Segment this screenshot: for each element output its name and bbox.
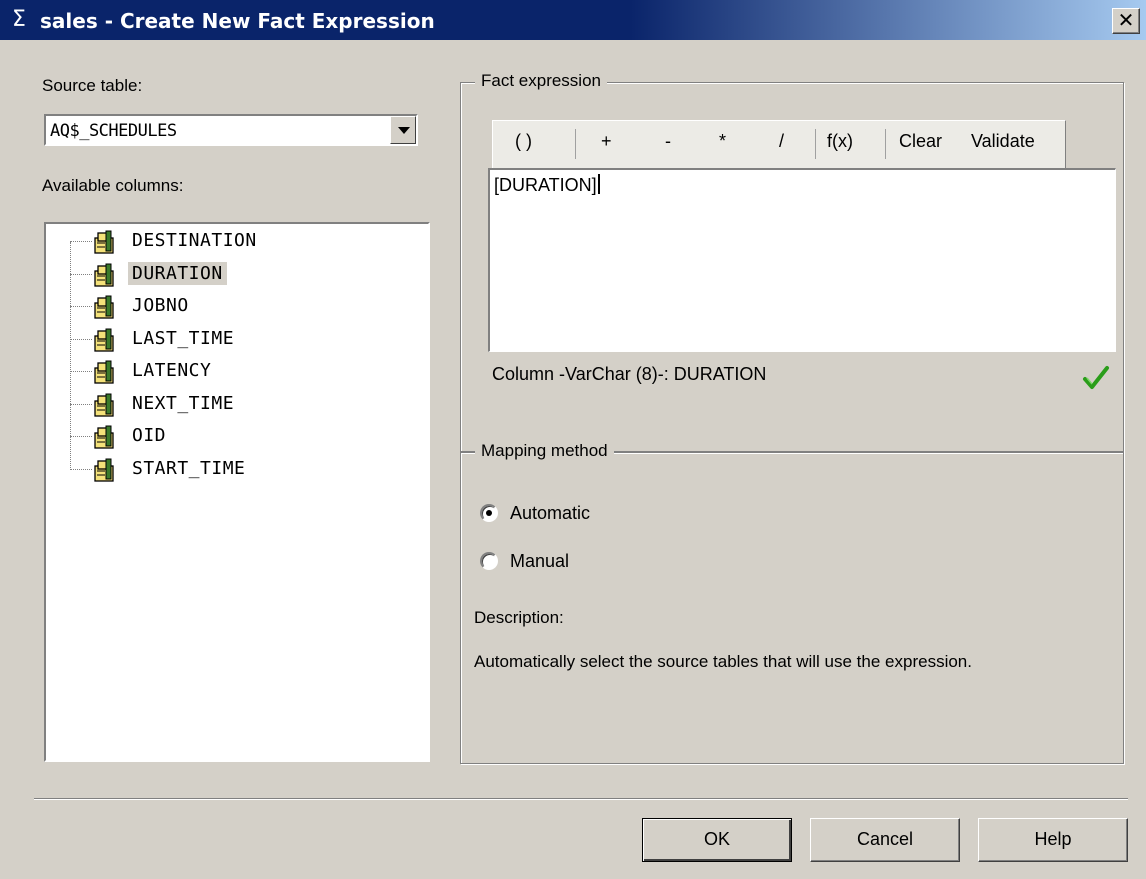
source-table-value: AQ$_SCHEDULES xyxy=(50,121,177,141)
source-table-label: Source table: xyxy=(42,76,143,95)
source-table-combo[interactable]: AQ$_SCHEDULES xyxy=(44,114,418,146)
plus-button[interactable]: + xyxy=(601,131,612,152)
expression-text: [DURATION] xyxy=(494,175,597,195)
source-table-dropdown-button[interactable] xyxy=(390,116,416,144)
column-name: START_TIME xyxy=(132,457,246,479)
column-item[interactable]: OID xyxy=(70,421,410,453)
available-columns-label: Available columns: xyxy=(42,176,184,195)
column-name: JOBNO xyxy=(132,295,189,316)
column-field-icon xyxy=(94,393,114,417)
toolbar-separator xyxy=(885,129,886,159)
cancel-button[interactable]: Cancel xyxy=(810,818,960,862)
expression-text-wrap: [DURATION] xyxy=(494,174,600,196)
ok-button[interactable]: OK xyxy=(642,818,792,862)
function-button[interactable]: f(x) xyxy=(827,131,853,152)
dialog-window: Σ sales - Create New Fact Expression ✕ S… xyxy=(0,0,1146,879)
expression-toolbar: ( ) + - * / f(x) Clear Validate xyxy=(492,120,1066,168)
column-name: DURATION xyxy=(128,261,227,285)
title-bar[interactable]: Σ sales - Create New Fact Expression ✕ xyxy=(0,0,1146,40)
column-name: OID xyxy=(132,425,167,446)
column-item[interactable]: LAST_TIME xyxy=(70,324,410,356)
automatic-label[interactable]: Automatic xyxy=(510,503,590,524)
tree-connector xyxy=(70,436,92,437)
column-item[interactable]: DESTINATION xyxy=(70,226,410,258)
column-field-icon xyxy=(94,230,114,254)
multiply-button[interactable]: * xyxy=(719,131,726,152)
toolbar-separator xyxy=(815,129,816,159)
dialog-separator xyxy=(34,798,1128,800)
parens-button[interactable]: ( ) xyxy=(515,131,532,152)
tree-connector xyxy=(70,241,92,242)
manual-label[interactable]: Manual xyxy=(510,551,569,572)
help-button[interactable]: Help xyxy=(978,818,1128,862)
radio-dot xyxy=(486,510,492,516)
available-columns-tree[interactable]: DESTINATION DURATION JOBNO LAST_TIME LATENCY… xyxy=(44,222,430,762)
chevron-down-icon xyxy=(398,127,410,134)
automatic-radio[interactable] xyxy=(480,504,498,522)
column-field-icon xyxy=(94,458,114,482)
clear-button[interactable]: Clear xyxy=(899,131,942,152)
column-field-icon xyxy=(94,360,114,384)
validate-button[interactable]: Validate xyxy=(971,131,1035,152)
description-text: Automatically select the source tables t… xyxy=(474,652,972,671)
column-name: DESTINATION xyxy=(132,230,257,251)
tree-connector xyxy=(70,403,92,405)
minus-button[interactable]: - xyxy=(665,131,671,152)
column-field-icon xyxy=(94,263,114,287)
description-label: Description: xyxy=(474,608,564,627)
column-field-icon xyxy=(94,295,114,319)
tree-connector xyxy=(70,371,92,372)
manual-radio[interactable] xyxy=(480,552,498,570)
column-item[interactable]: JOBNO xyxy=(70,291,410,323)
tree-connector xyxy=(70,468,92,470)
column-name: LAST_TIME xyxy=(132,327,235,349)
column-name: LATENCY xyxy=(132,360,212,381)
fact-expression-title: Fact expression xyxy=(475,71,607,91)
column-field-icon xyxy=(94,328,114,352)
checkmark-icon xyxy=(1083,366,1109,389)
column-name: NEXT_TIME xyxy=(132,392,235,414)
sigma-icon: Σ xyxy=(12,7,26,32)
column-item[interactable]: DURATION xyxy=(70,259,410,291)
column-item[interactable]: NEXT_TIME xyxy=(70,389,410,421)
text-caret xyxy=(597,174,600,194)
divide-button[interactable]: / xyxy=(779,131,784,152)
mapping-method-title: Mapping method xyxy=(475,441,614,461)
expression-input[interactable]: [DURATION] xyxy=(488,168,1116,352)
window-title: sales - Create New Fact Expression xyxy=(40,9,435,33)
close-icon: ✕ xyxy=(1117,8,1135,32)
tree-connector xyxy=(70,306,92,307)
column-item[interactable]: LATENCY xyxy=(70,356,410,388)
column-type-status: Column -VarChar (8)-: DURATION xyxy=(492,364,767,384)
tree-connector xyxy=(70,273,92,275)
column-item[interactable]: START_TIME xyxy=(70,454,410,486)
tree-connector xyxy=(70,338,92,340)
close-button[interactable]: ✕ xyxy=(1112,8,1140,34)
toolbar-separator xyxy=(575,129,576,159)
column-field-icon xyxy=(94,425,114,449)
